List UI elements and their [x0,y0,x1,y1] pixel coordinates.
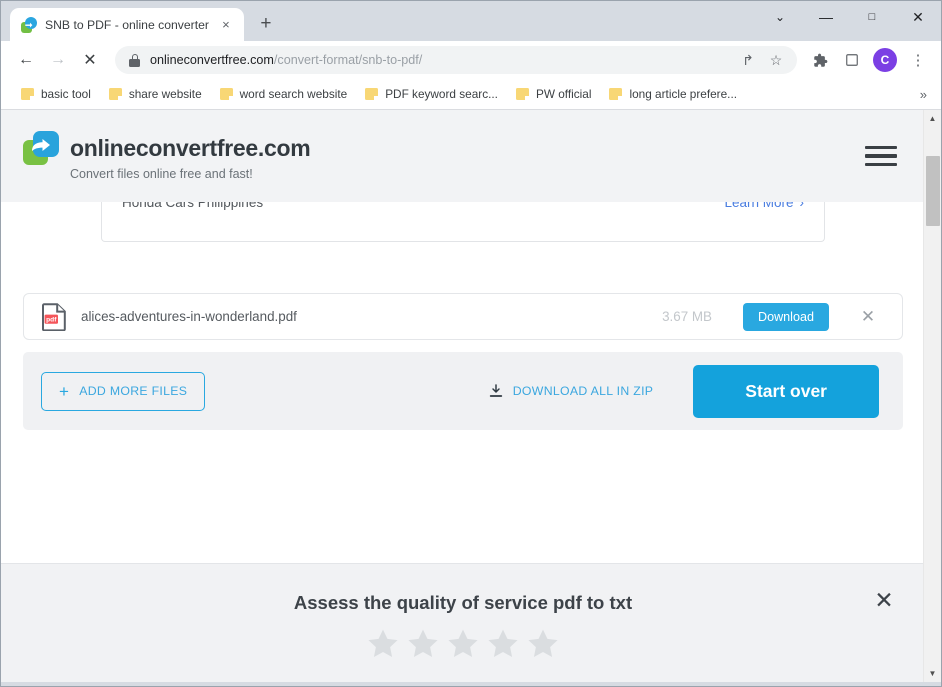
star-rating[interactable] [1,626,925,662]
forward-button[interactable]: → [43,45,73,75]
bookmark-label: share website [128,87,202,101]
bookmark-label: PW official [535,87,592,101]
add-more-files-button[interactable]: + ADD MORE FILES [41,371,206,411]
brand-tagline: Convert files online free and fast! [70,167,253,181]
rating-bar: Assess the quality of service pdf to txt… [1,563,925,682]
browser-tab[interactable]: ➞ SNB to PDF - online converter × [10,8,244,41]
ad-card-wrapper: Honda Cars Philippines Learn More › [1,202,925,242]
star-icon[interactable] [364,626,402,662]
site-header: onlineconvertfree.com Convert files onli… [1,110,925,202]
ad-title: Honda Cars Philippines [122,202,264,210]
web-page: onlineconvertfree.com Convert files onli… [1,110,925,682]
download-button[interactable]: Download [742,302,829,331]
bookmark-star-icon[interactable]: ☆ [763,47,789,73]
bookmark-item[interactable]: share website [101,83,210,105]
converter-content: pdf alices-adventures-in-wonderland.pdf … [1,293,925,430]
scroll-down-icon[interactable]: ▼ [924,665,941,682]
star-icon[interactable] [524,626,562,662]
brand-name: onlineconvertfree.com [70,134,311,161]
address-bar[interactable]: onlineconvertfree.com/convert-format/snb… [115,46,797,74]
url-domain: onlineconvertfree.com [150,53,274,67]
page-viewport: onlineconvertfree.com Convert files onli… [1,110,941,682]
folder-icon [21,88,34,100]
folder-icon [219,88,233,100]
svg-text:pdf: pdf [46,316,57,323]
close-rating-icon[interactable]: ✕ [869,585,899,615]
start-over-button[interactable]: Start over [693,364,879,418]
lock-icon [129,53,140,67]
bookmark-item[interactable]: basic tool [13,83,99,105]
pdf-file-icon: pdf [41,302,67,331]
ad-link-label: Learn More [724,202,794,210]
omnibox-actions: ↱ ☆ [735,47,789,73]
rating-title: Assess the quality of service pdf to txt [293,592,633,613]
tab-search-icon[interactable]: ⌄ [757,1,803,33]
bookmarks-overflow-icon[interactable]: » [914,87,933,102]
tab-title: SNB to PDF - online converter [45,17,209,32]
minimize-button[interactable]: — [803,1,849,33]
back-button[interactable]: ← [11,45,41,75]
scrollbar-thumb[interactable] [926,156,940,226]
bookmark-item[interactable]: long article prefere... [601,83,745,105]
download-icon [489,384,502,397]
bookmark-label: PDF keyword searc... [385,87,498,101]
browser-window: ➞ SNB to PDF - online converter × + ⌄ — … [0,0,942,687]
folder-icon [515,88,529,100]
file-name: alices-adventures-in-wonderland.pdf [81,309,297,324]
bookmark-item[interactable]: PW official [508,83,600,105]
window-controls: ⌄ — □ ✕ [757,1,941,33]
browser-toolbar: ← → ✕ onlineconvertfree.com/convert-form… [1,41,941,79]
star-icon[interactable] [404,626,442,662]
add-more-files-label: ADD MORE FILES [79,384,188,398]
actions-bar: + ADD MORE FILES DOWNLOAD ALL IN ZIP Sta… [23,352,903,430]
chevron-right-icon: › [799,202,805,210]
stop-button[interactable]: ✕ [75,45,105,75]
share-icon[interactable]: ↱ [735,47,761,73]
bookmark-label: word search website [239,87,348,101]
folder-icon [365,88,379,100]
brand[interactable]: onlineconvertfree.com Convert files onli… [23,131,311,181]
bookmark-item[interactable]: word search website [212,83,356,105]
plus-icon: + [59,381,70,401]
url-text: onlineconvertfree.com/convert-format/snb… [150,53,725,67]
download-all-zip-label: DOWNLOAD ALL IN ZIP [512,384,654,398]
maximize-button[interactable]: □ [849,1,895,33]
tab-strip: ➞ SNB to PDF - online converter × + ⌄ — … [1,1,941,41]
download-all-zip-link[interactable]: DOWNLOAD ALL IN ZIP [488,383,654,399]
converter-logo-icon: ➞ [21,16,37,33]
close-window-button[interactable]: ✕ [895,1,941,33]
page-scrollbar[interactable]: ▲ ▼ [923,110,941,682]
browser-menu-icon[interactable]: ⋮ [903,45,933,75]
scroll-up-icon[interactable]: ▲ [924,110,941,127]
remove-file-icon[interactable]: ✕ [851,300,885,334]
bookmark-label: basic tool [41,87,91,101]
url-path: /convert-format/snb-to-pdf/ [273,53,423,67]
avatar[interactable]: C [873,48,897,72]
file-row: pdf alices-adventures-in-wonderland.pdf … [23,293,903,340]
bookmark-label: long article prefere... [629,87,738,101]
puzzle-icon[interactable] [805,45,835,75]
close-icon[interactable]: × [217,16,235,34]
hamburger-menu-icon[interactable] [865,143,897,169]
bookmark-item[interactable]: PDF keyword searc... [357,83,506,105]
ad-card[interactable]: Honda Cars Philippines Learn More › [101,202,825,242]
folder-icon [609,88,623,100]
star-icon[interactable] [484,626,522,662]
bookmarks-bar: basic tool share website word search web… [1,79,941,110]
file-size: 3.67 MB [662,309,712,324]
side-panel-icon[interactable] [837,45,867,75]
arrow-icon [32,139,50,151]
ad-learn-more-link[interactable]: Learn More › [724,202,804,210]
star-icon[interactable] [444,626,482,662]
new-tab-button[interactable]: + [252,10,280,38]
folder-icon [108,88,122,100]
site-logo-icon [23,131,59,165]
